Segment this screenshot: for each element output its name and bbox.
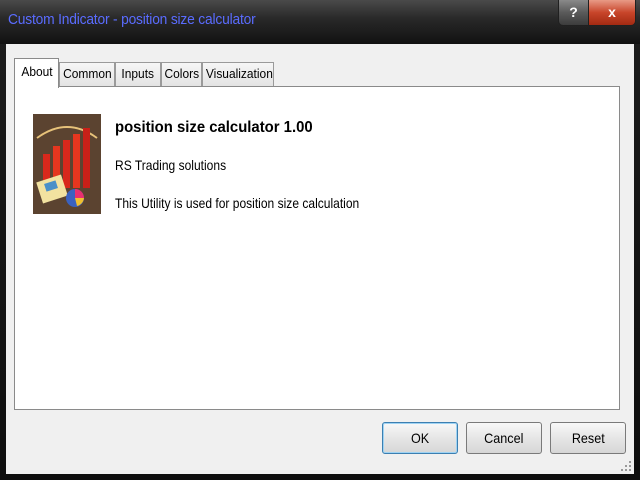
help-button[interactable]: ?	[558, 0, 588, 26]
dialog-client-area: About Common Inputs Colors Visualization	[6, 44, 634, 474]
indicator-name: position size calculator 1.00	[115, 119, 313, 136]
tab-label: Inputs	[121, 66, 155, 81]
description-text: This Utility is used for position size c…	[115, 195, 360, 211]
dialog-window: Custom Indicator - position size calcula…	[0, 0, 640, 480]
bar-chart-icon	[33, 114, 101, 214]
close-button[interactable]: x	[588, 0, 636, 26]
tab-common[interactable]: Common	[59, 62, 115, 86]
tab-label: Common	[62, 66, 112, 81]
cancel-label: Cancel	[484, 430, 524, 446]
tab-label: Colors	[164, 66, 199, 81]
title-bar[interactable]: Custom Indicator - position size calcula…	[0, 0, 640, 44]
tab-inputs[interactable]: Inputs	[115, 62, 161, 86]
reset-label: Reset	[571, 430, 605, 446]
about-panel: position size calculator 1.00 RS Trading…	[14, 86, 620, 410]
ok-label: OK	[410, 430, 430, 446]
tab-label: Visualization	[205, 66, 273, 81]
close-icon: x	[608, 4, 616, 20]
author-text: RS Trading solutions	[115, 157, 227, 173]
window-title: Custom Indicator - position size calcula…	[8, 11, 256, 28]
cancel-button[interactable]: Cancel	[466, 422, 542, 454]
resize-grip-icon[interactable]	[620, 460, 632, 472]
tab-label: About	[20, 64, 53, 79]
ok-button[interactable]: OK	[382, 422, 458, 454]
tab-colors[interactable]: Colors	[161, 62, 202, 86]
tab-visualization[interactable]: Visualization	[202, 62, 274, 86]
tab-about[interactable]: About	[14, 58, 59, 88]
reset-button[interactable]: Reset	[550, 422, 626, 454]
